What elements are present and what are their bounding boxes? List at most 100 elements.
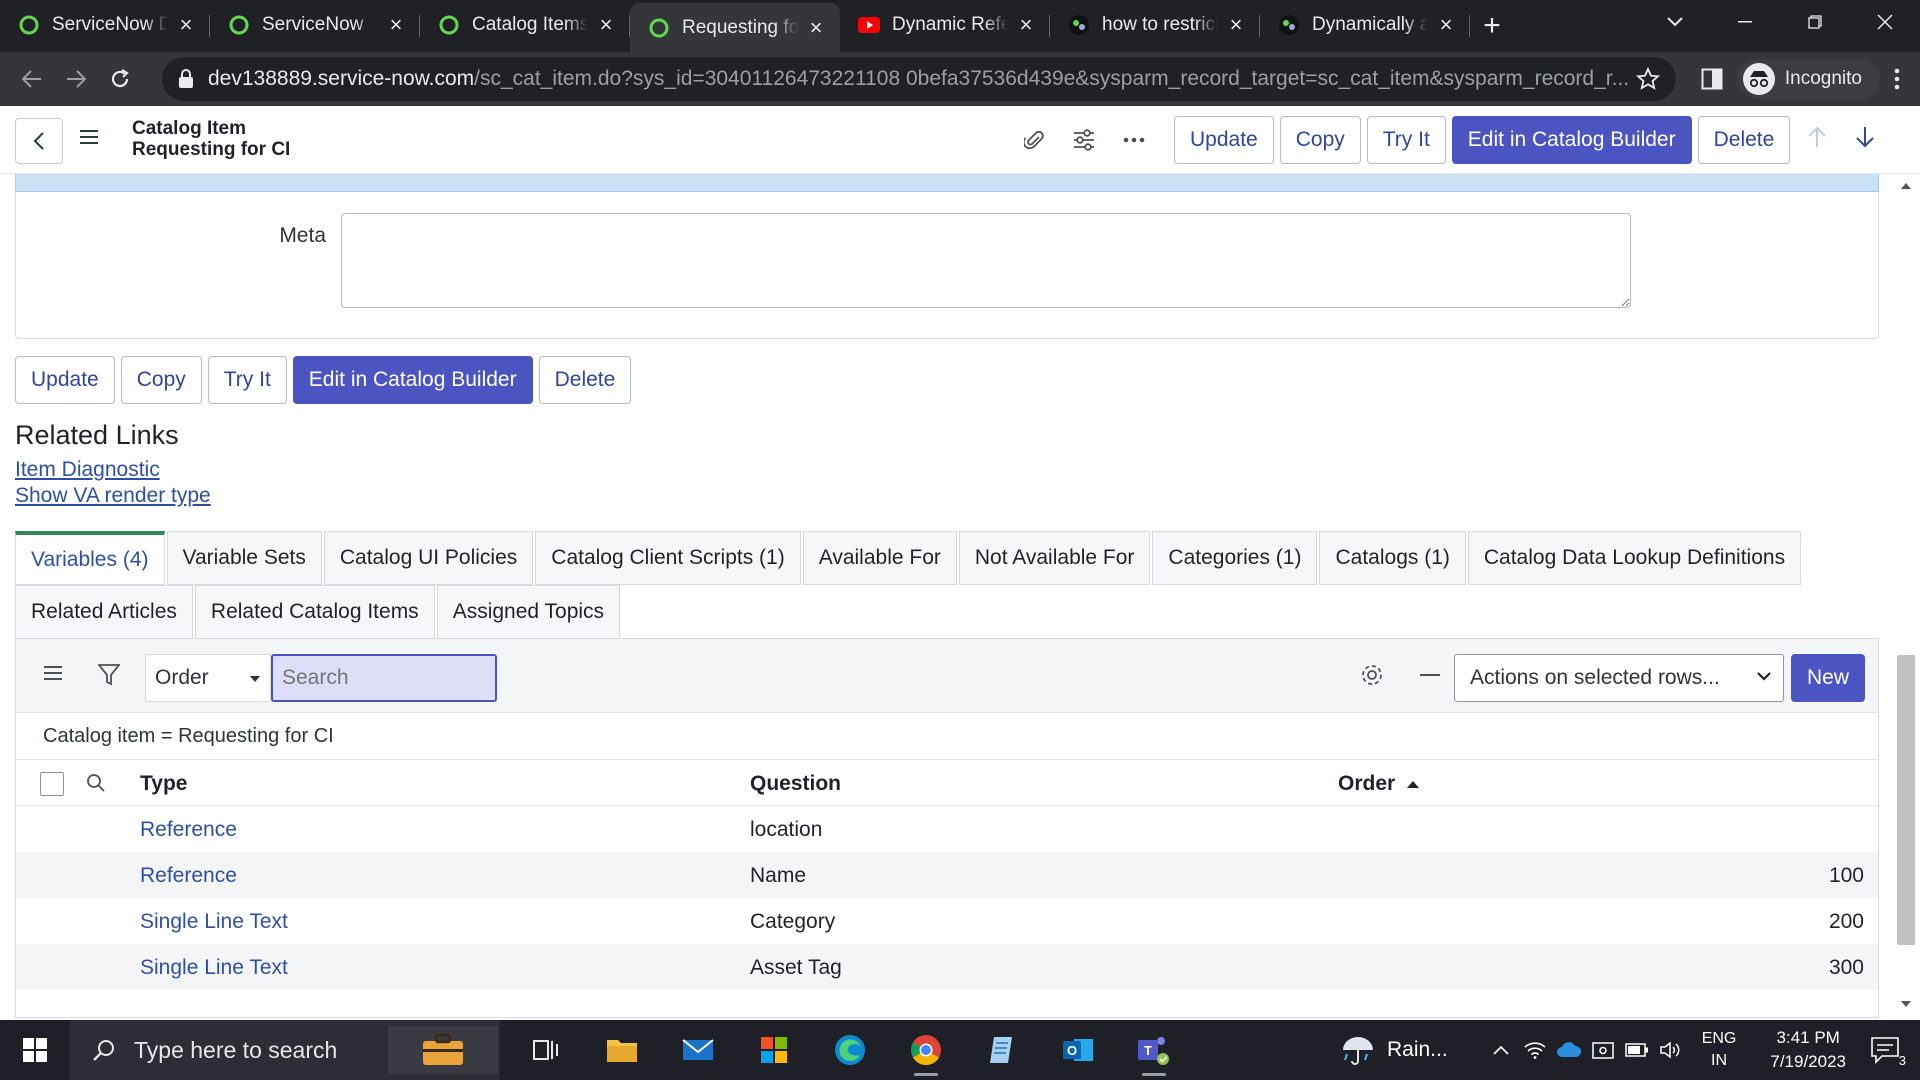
- incognito-badge[interactable]: Incognito: [1736, 59, 1880, 99]
- more-vert-icon[interactable]: [1894, 68, 1900, 90]
- gear-icon[interactable]: [1360, 663, 1384, 687]
- close-tab-icon[interactable]: ×: [1224, 12, 1248, 37]
- windows-start-icon[interactable]: [0, 1020, 70, 1080]
- tab-catalog-ui-policies[interactable]: Catalog UI Policies: [323, 531, 534, 585]
- paperclip-icon[interactable]: [1020, 126, 1048, 154]
- meta-field[interactable]: [341, 213, 1631, 308]
- browser-tab-1[interactable]: ServiceNow Developer ×: [0, 3, 210, 47]
- new-button[interactable]: New: [1791, 654, 1865, 702]
- close-tab-icon[interactable]: ×: [804, 15, 828, 40]
- reload-icon[interactable]: [98, 57, 142, 101]
- browser-tab-7[interactable]: Dynamically add ×: [1260, 3, 1470, 47]
- header-copy-button[interactable]: Copy: [1279, 116, 1361, 164]
- minimize-icon[interactable]: [1710, 0, 1780, 44]
- column-header-question[interactable]: Question: [750, 772, 841, 796]
- teams-icon[interactable]: T: [1124, 1020, 1184, 1080]
- tab-variable-sets[interactable]: Variable Sets: [166, 531, 322, 585]
- header-update-button[interactable]: Update: [1174, 116, 1274, 164]
- browser-tab-4-active[interactable]: Requesting for CI ×: [630, 3, 840, 52]
- delete-button[interactable]: Delete: [538, 356, 632, 404]
- microsoft-store-icon[interactable]: [744, 1020, 804, 1080]
- item-diagnostic-link[interactable]: Item Diagnostic: [15, 457, 211, 483]
- onedrive-cloud-icon[interactable]: [1552, 1042, 1586, 1058]
- close-tab-icon[interactable]: ×: [1014, 12, 1038, 37]
- browser-tab-2[interactable]: ServiceNow ×: [210, 3, 420, 47]
- row-type-link[interactable]: Reference: [140, 864, 237, 888]
- search-field-select[interactable]: Order: [145, 654, 271, 702]
- close-window-icon[interactable]: [1850, 0, 1920, 44]
- copy-button[interactable]: Copy: [120, 356, 202, 404]
- tab-catalog-client-scripts[interactable]: Catalog Client Scripts (1): [535, 531, 801, 585]
- language-indicator[interactable]: ENG IN: [1702, 1028, 1737, 1072]
- scroll-down-arrow-icon[interactable]: [1900, 1000, 1912, 1012]
- tab-related-catalog-items[interactable]: Related Catalog Items: [194, 585, 435, 639]
- close-tab-icon[interactable]: ×: [384, 12, 408, 37]
- browser-tab-5[interactable]: Dynamic Reference ×: [840, 3, 1050, 47]
- filter-funnel-icon[interactable]: [98, 663, 122, 687]
- tab-assigned-topics[interactable]: Assigned Topics: [436, 585, 621, 639]
- back-button[interactable]: [15, 118, 63, 164]
- row-type-link[interactable]: Reference: [140, 818, 237, 842]
- collapse-minus-icon[interactable]: [1420, 674, 1444, 678]
- show-va-render-type-link[interactable]: Show VA render type: [15, 483, 211, 509]
- taskbar-search-box[interactable]: Type here to search: [70, 1020, 500, 1080]
- back-arrow-icon[interactable]: [10, 57, 54, 101]
- close-tab-icon[interactable]: ×: [594, 12, 618, 37]
- new-tab-plus-icon[interactable]: +: [1470, 4, 1514, 48]
- scroll-up-arrow-icon[interactable]: [1900, 180, 1912, 192]
- chevron-up-icon[interactable]: [1484, 1045, 1518, 1055]
- header-edit-catalog-builder-button[interactable]: Edit in Catalog Builder: [1451, 116, 1692, 164]
- address-bar[interactable]: dev138889.service-now.com/sc_cat_item.do…: [162, 57, 1676, 101]
- page-scrollbar[interactable]: [1897, 655, 1915, 945]
- tab-variables[interactable]: Variables (4): [15, 531, 165, 585]
- next-record-arrow-icon[interactable]: [1856, 126, 1874, 148]
- header-delete-button[interactable]: Delete: [1697, 116, 1791, 164]
- task-view-icon[interactable]: [516, 1020, 576, 1080]
- edit-catalog-builder-button[interactable]: Edit in Catalog Builder: [292, 356, 533, 404]
- more-horizontal-icon[interactable]: [1120, 126, 1148, 154]
- column-header-type[interactable]: Type: [140, 772, 187, 796]
- row-type-link[interactable]: Single Line Text: [140, 910, 288, 934]
- outlook-icon[interactable]: O: [1048, 1020, 1108, 1080]
- chrome-icon[interactable]: [896, 1020, 956, 1080]
- notepad-icon[interactable]: [972, 1020, 1032, 1080]
- weather-widget[interactable]: Rain...: [1341, 1034, 1448, 1066]
- previous-record-arrow-icon[interactable]: [1808, 126, 1826, 148]
- hamburger-menu-icon[interactable]: [80, 129, 104, 151]
- notifications-icon[interactable]: 3: [1866, 1030, 1906, 1070]
- actions-on-selected-rows-select[interactable]: Actions on selected rows...: [1454, 654, 1784, 702]
- column-search-icon[interactable]: [86, 773, 106, 793]
- file-explorer-icon[interactable]: [592, 1020, 652, 1080]
- column-header-order[interactable]: Order: [1338, 772, 1420, 796]
- try-it-button[interactable]: Try It: [207, 356, 287, 404]
- select-all-checkbox[interactable]: [40, 772, 64, 796]
- browser-tab-3[interactable]: Catalog Items | ServiceNow ×: [420, 3, 630, 47]
- taskbar-clock[interactable]: 3:41 PM 7/19/2023: [1770, 1026, 1846, 1074]
- row-type-link[interactable]: Single Line Text: [140, 956, 288, 980]
- close-tab-icon[interactable]: ×: [174, 12, 198, 37]
- update-button[interactable]: Update: [15, 356, 115, 404]
- list-breadcrumb[interactable]: Catalog item = Requesting for CI: [43, 725, 334, 748]
- tab-not-available-for[interactable]: Not Available For: [958, 531, 1151, 585]
- battery-icon[interactable]: [1620, 1043, 1654, 1057]
- close-tab-icon[interactable]: ×: [1434, 12, 1458, 37]
- list-menu-icon[interactable]: [44, 665, 68, 689]
- settings-sliders-icon[interactable]: [1070, 126, 1098, 154]
- forward-arrow-icon[interactable]: [54, 57, 98, 101]
- tab-available-for[interactable]: Available For: [802, 531, 957, 585]
- mail-icon[interactable]: [668, 1020, 728, 1080]
- security-icon[interactable]: [1586, 1040, 1620, 1060]
- side-panel-icon[interactable]: [1701, 68, 1723, 90]
- list-search-input[interactable]: [271, 654, 497, 702]
- browser-tab-6[interactable]: how to restrict ×: [1050, 3, 1260, 47]
- tab-catalog-data-lookup-definitions[interactable]: Catalog Data Lookup Definitions: [1467, 531, 1802, 585]
- briefcase-icon[interactable]: [388, 1026, 498, 1074]
- restore-icon[interactable]: [1780, 0, 1850, 44]
- wifi-icon[interactable]: [1518, 1041, 1552, 1059]
- header-try-it-button[interactable]: Try It: [1366, 116, 1446, 164]
- tab-catalogs[interactable]: Catalogs (1): [1319, 531, 1466, 585]
- bookmark-star-icon[interactable]: [1636, 67, 1660, 91]
- volume-icon[interactable]: [1654, 1040, 1688, 1060]
- edge-icon[interactable]: [820, 1020, 880, 1080]
- tab-categories[interactable]: Categories (1): [1152, 531, 1318, 585]
